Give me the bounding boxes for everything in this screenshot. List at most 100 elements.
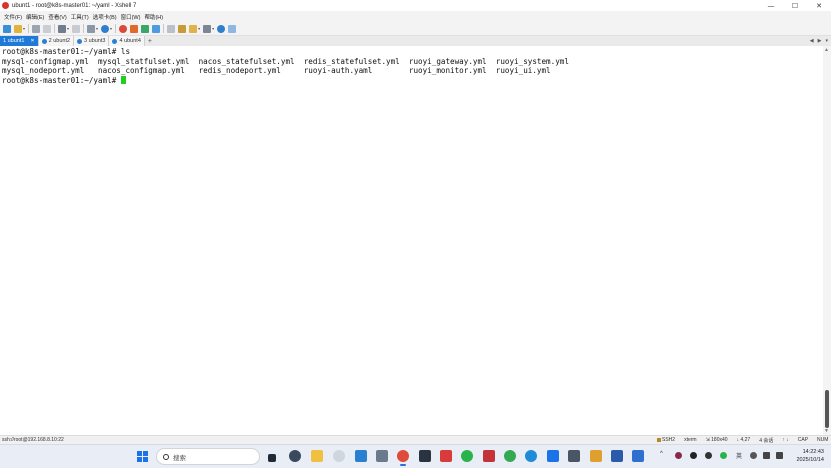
close-tab-icon[interactable]: ✕ — [30, 38, 34, 44]
tray-app-icon[interactable] — [690, 452, 697, 459]
tray-app-icon[interactable] — [705, 452, 712, 459]
menu-tools[interactable]: 工具(T) — [71, 13, 89, 21]
terminal-type: xterm — [684, 437, 697, 443]
terminal-cursor — [120, 75, 126, 84]
connection-address: ssh://root@192.168.8.10:22 — [2, 437, 64, 443]
edge-icon[interactable] — [525, 450, 537, 462]
vscode-icon[interactable] — [355, 450, 367, 462]
app-icon[interactable] — [333, 450, 345, 462]
chevron-down-icon[interactable]: ▾ — [212, 26, 214, 31]
search-icon[interactable] — [72, 24, 81, 33]
close-button[interactable]: ✕ — [807, 0, 831, 11]
title-bar: ubunt1 - root@k8s-master01: ~/yaml - Xsh… — [0, 0, 831, 11]
chevron-down-icon[interactable]: ▾ — [67, 26, 69, 31]
xshell-window: ubunt1 - root@k8s-master01: ~/yaml - Xsh… — [0, 0, 831, 468]
minimize-button[interactable]: — — [759, 0, 783, 11]
tray-overflow-icon[interactable]: ^ — [660, 451, 663, 457]
terminal-line: mysql-configmap.yml mysql_statfulset.yml… — [2, 56, 569, 66]
chevron-down-icon[interactable]: ▾ — [23, 26, 25, 31]
tab-ubunt2[interactable]: 2 ubunt2 — [38, 36, 75, 46]
tab-label: 3 ubunt3 — [84, 38, 106, 44]
toolbar-divider — [54, 24, 56, 33]
xagent-icon[interactable] — [130, 24, 139, 33]
fullscreen-icon[interactable] — [141, 24, 150, 33]
windows-start-icon[interactable] — [137, 451, 148, 462]
menu-file[interactable]: 文件(F) — [4, 13, 22, 21]
widgets-icon[interactable] — [289, 450, 301, 462]
xftp-icon[interactable] — [119, 24, 128, 33]
wechat-icon[interactable] — [461, 450, 473, 462]
script-icon[interactable] — [178, 24, 187, 33]
scrollbar-thumb[interactable] — [825, 390, 829, 428]
num-indicator: NUM — [817, 437, 829, 443]
help-icon[interactable] — [217, 24, 226, 33]
chevron-down-icon[interactable]: ▾ — [198, 26, 200, 31]
status-bar: ssh://root@192.168.8.10:22 SSH2 xterm ⇲ … — [0, 435, 831, 444]
task-view-icon[interactable] — [268, 454, 276, 462]
chat-icon[interactable] — [228, 24, 237, 33]
lock-icon[interactable] — [152, 24, 161, 33]
volume-icon[interactable] — [776, 452, 783, 459]
open-folder-icon[interactable] — [14, 24, 22, 33]
properties-icon[interactable] — [58, 24, 67, 33]
chrome-icon[interactable] — [504, 450, 516, 462]
app-icon[interactable] — [632, 450, 644, 462]
add-tab-button[interactable]: + — [145, 36, 155, 46]
session-count: 4 会话 — [759, 438, 774, 444]
link-icon[interactable] — [32, 24, 41, 33]
scroll-down-icon[interactable]: ▼ — [824, 428, 829, 434]
chevron-down-icon[interactable]: ▾ — [110, 26, 112, 31]
menu-edit[interactable]: 编辑(E) — [26, 13, 44, 21]
tab-ubunt4[interactable]: 4 ubunt4 — [109, 36, 145, 46]
terminal-size: ⇲ 180x40 — [705, 437, 728, 443]
terminal-scrollbar[interactable]: ▲ ▼ — [823, 46, 831, 435]
taskbar-clock[interactable]: 14:22:43 2025/10/14 — [790, 449, 824, 464]
app-icon[interactable] — [419, 450, 431, 462]
tab-prev-icon[interactable]: ◀ — [810, 38, 814, 44]
terminal-output[interactable]: root@k8s-master01:~/yaml# ls mysql-confi… — [0, 46, 823, 435]
protocol-status: SSH2 — [657, 437, 675, 444]
word-icon[interactable] — [611, 450, 623, 462]
globe-icon[interactable] — [101, 24, 110, 33]
new-session-icon[interactable] — [3, 24, 11, 33]
app-icon[interactable] — [376, 450, 388, 462]
menu-help[interactable]: 帮助(H) — [144, 13, 163, 21]
scroll-up-icon[interactable]: ▲ — [824, 47, 829, 53]
tab-next-icon[interactable]: ▶ — [818, 38, 822, 44]
session-status-icon — [41, 38, 47, 44]
maximize-button[interactable]: ☐ — [783, 0, 807, 11]
menu-window[interactable]: 窗口(W) — [121, 13, 141, 21]
caps-indicator: CAP — [797, 437, 809, 443]
xshell-taskbar-icon[interactable] — [397, 450, 409, 466]
disconnect-icon[interactable] — [43, 24, 52, 33]
tab-list-icon[interactable]: ▾ — [825, 38, 828, 44]
terminal-prompt-line: root@k8s-master01:~/yaml# — [2, 75, 823, 86]
chevron-down-icon[interactable]: ▾ — [96, 26, 98, 31]
input-language[interactable]: 英 — [736, 451, 742, 460]
toolbar-divider — [163, 24, 165, 33]
menu-tabs[interactable]: 选项卡(B) — [93, 13, 117, 21]
tab-ubunt1[interactable]: 1 ubunt1 ✕ — [0, 36, 39, 46]
file-explorer-icon[interactable] — [311, 450, 323, 462]
compose-icon[interactable] — [189, 24, 198, 33]
tab-ubunt3[interactable]: 3 ubunt3 — [74, 36, 110, 46]
tray-app-icon[interactable] — [675, 452, 682, 459]
taskbar-search-box[interactable]: 搜索 — [156, 448, 260, 465]
menu-view[interactable]: 查看(V) — [48, 13, 66, 21]
app-icon[interactable] — [590, 450, 602, 462]
tray-app-icon[interactable] — [750, 452, 757, 459]
app-icon[interactable] — [440, 450, 452, 462]
keyboard-icon[interactable] — [167, 24, 176, 33]
clock-time: 14:22:43 — [802, 449, 824, 455]
tab-label: 2 ubunt2 — [48, 38, 71, 44]
layout-icon[interactable] — [203, 24, 212, 33]
wifi-icon[interactable] — [763, 452, 770, 459]
tray-wechat-icon[interactable] — [720, 452, 727, 459]
session-tab-bar: 1 ubunt1 ✕ 2 ubunt2 3 ubunt3 4 ubunt4 + … — [0, 36, 831, 46]
terminal-prompt: root@k8s-master01:~/yaml# — [2, 75, 121, 85]
font-icon[interactable] — [87, 24, 96, 33]
app-icon[interactable] — [483, 450, 495, 462]
app-icon[interactable] — [547, 450, 559, 462]
session-status-icon — [112, 38, 118, 44]
app-icon[interactable] — [568, 450, 580, 462]
